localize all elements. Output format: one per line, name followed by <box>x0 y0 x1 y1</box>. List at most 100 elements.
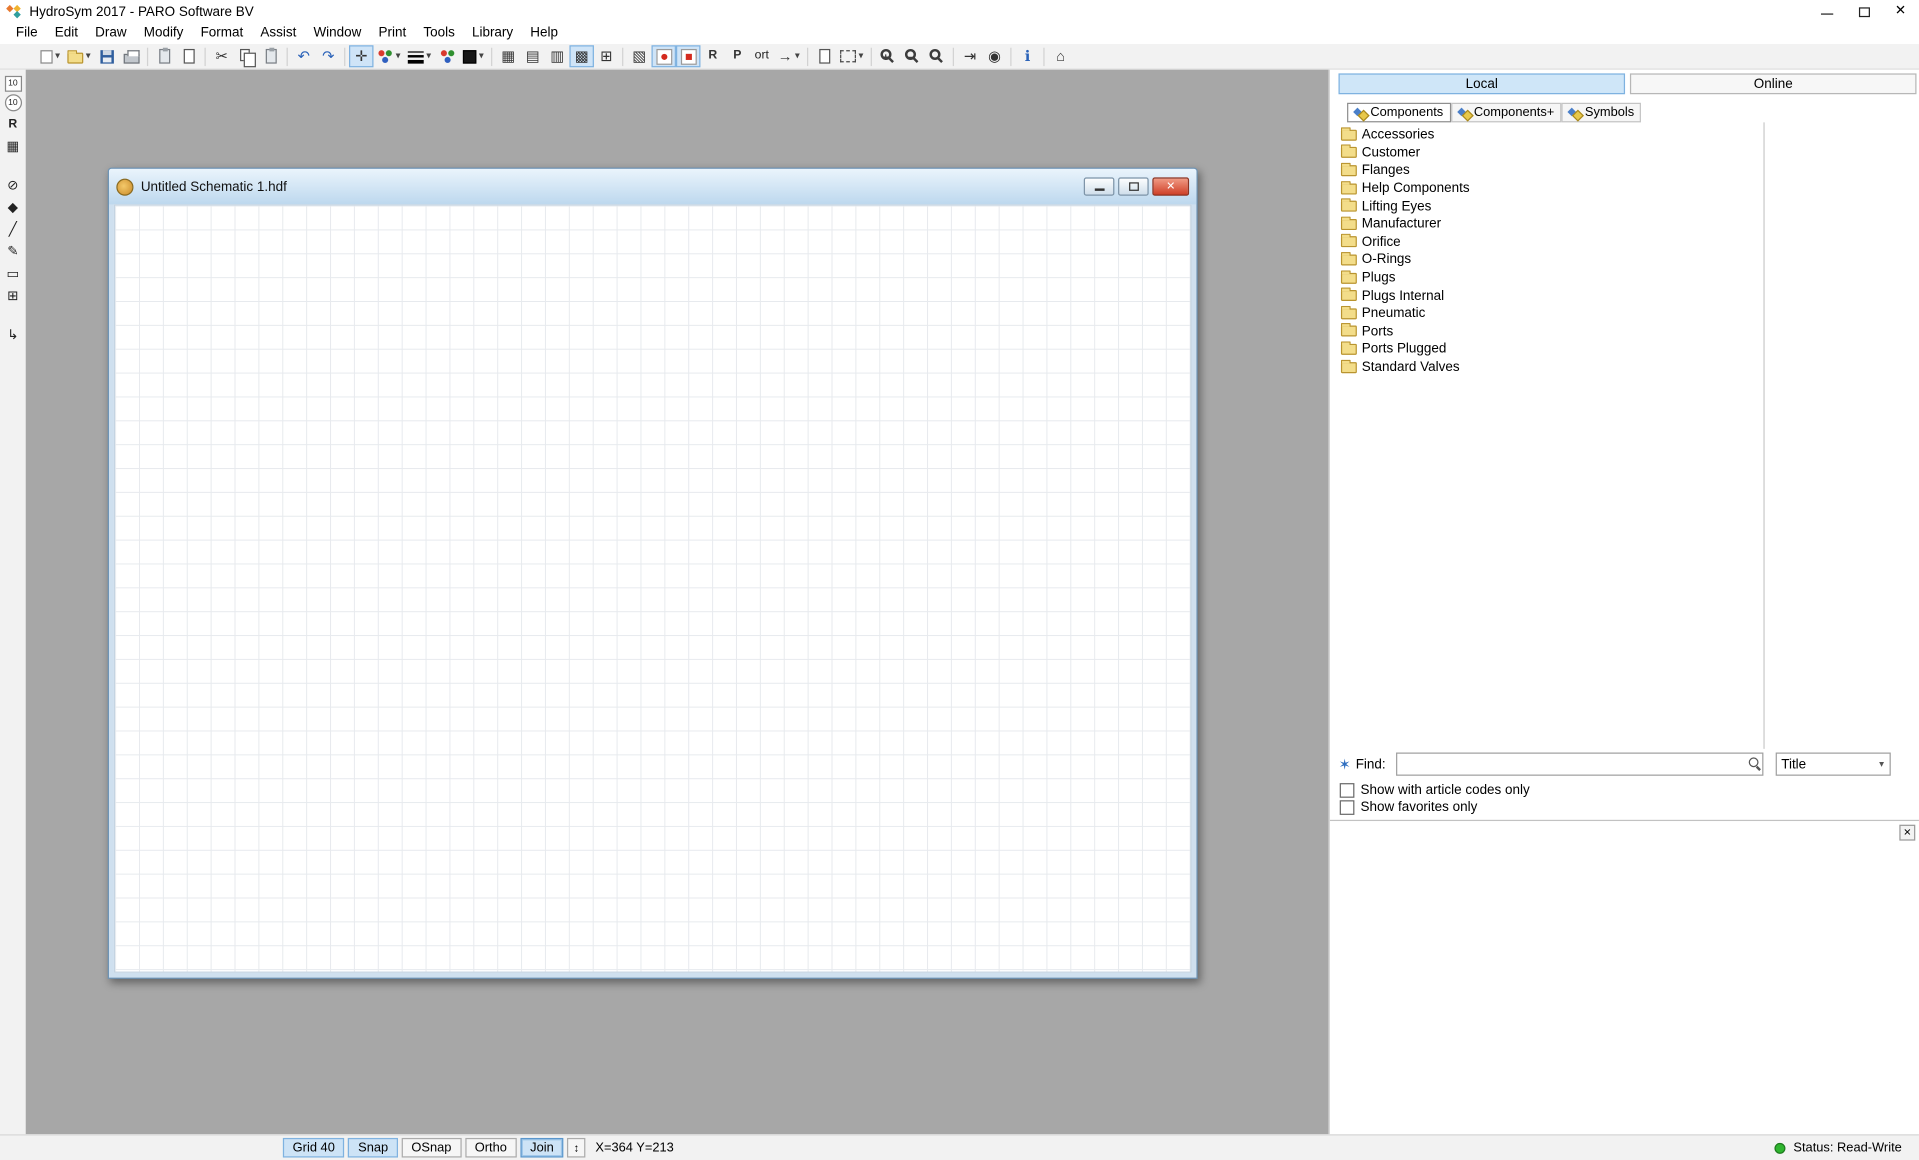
grid-small-button[interactable]: ▥ <box>545 45 569 67</box>
grid-medium-button[interactable]: ▤ <box>521 45 545 67</box>
detail-pane-close-button[interactable]: ✕ <box>1899 824 1916 841</box>
annotation-square-button[interactable] <box>676 45 701 68</box>
undo-button[interactable]: ↶ <box>291 45 315 67</box>
visibility-toggle-button[interactable]: ◉ <box>982 45 1006 67</box>
schematic-close-button[interactable]: ✕ <box>1152 177 1190 196</box>
schematic-window[interactable]: Untitled Schematic 1.hdf ✕ <box>107 167 1198 979</box>
open-file-dropdown[interactable]: ▾ <box>64 45 95 67</box>
folder-item-accessories[interactable]: Accessories <box>1330 126 1764 144</box>
schematic-maximize-button[interactable] <box>1118 177 1149 196</box>
pipe-route-button[interactable]: ↳ <box>2 324 23 344</box>
grid-off-button[interactable]: ⊞ <box>594 45 618 67</box>
tab-local[interactable]: Local <box>1338 73 1626 95</box>
maximize-icon <box>1858 6 1870 17</box>
menu-edit[interactable]: Edit <box>46 23 86 44</box>
tab-components[interactable]: Components <box>1347 102 1451 123</box>
save-button[interactable] <box>94 45 118 67</box>
folder-item-manufacturer[interactable]: Manufacturer <box>1330 215 1764 233</box>
menu-modify[interactable]: Modify <box>135 23 192 44</box>
schematic-titlebar[interactable]: Untitled Schematic 1.hdf ✕ <box>108 168 1197 205</box>
reference-button[interactable]: R <box>2 114 23 134</box>
grid-list-button[interactable]: ▦ <box>2 136 23 156</box>
measure-tool-button[interactable]: ╱ <box>2 219 23 239</box>
minimize-button[interactable] <box>1809 0 1846 23</box>
folder-item-plugs-internal[interactable]: Plugs Internal <box>1330 287 1764 305</box>
search-icon[interactable] <box>1748 757 1758 768</box>
folder-item-lifting-eyes[interactable]: Lifting Eyes <box>1330 197 1764 215</box>
port-button[interactable]: P <box>725 45 749 67</box>
export-document-button[interactable] <box>176 45 200 67</box>
folder-item-standard-valves[interactable]: Standard Valves <box>1330 358 1764 376</box>
node-tool-button[interactable]: ◆ <box>2 197 23 217</box>
cut-button[interactable]: ✂ <box>209 45 233 67</box>
print-button[interactable] <box>119 45 143 67</box>
library-manager-button[interactable]: ⌂ <box>1048 45 1072 67</box>
schematic-minimize-button[interactable] <box>1083 177 1115 196</box>
selection-rect-dropdown[interactable]: ▾ <box>837 45 868 67</box>
find-filter-select[interactable]: Title ▾ <box>1775 752 1891 776</box>
draw-tool-button[interactable]: ✎ <box>2 241 23 261</box>
fill-color-button[interactable] <box>435 45 459 67</box>
paste-special-button[interactable] <box>152 45 176 67</box>
folder-item-help-components[interactable]: Help Components <box>1330 180 1764 198</box>
favorites-checkbox[interactable] <box>1339 800 1355 815</box>
menu-file[interactable]: File <box>7 23 46 44</box>
folder-item-pneumatic[interactable]: Pneumatic <box>1330 305 1764 323</box>
paste-button[interactable] <box>258 45 282 67</box>
selection-rect-icon <box>840 50 857 63</box>
line-style-dropdown[interactable]: ▾ <box>404 45 435 67</box>
move-tool-button[interactable]: ✛ <box>349 45 374 68</box>
color-picker-dropdown[interactable]: ▾ <box>459 45 487 67</box>
grid-toggle-button[interactable]: Grid 40 <box>282 1137 345 1158</box>
balloon-note-button[interactable]: 10 <box>4 75 22 92</box>
table-tool-button[interactable]: ⊞ <box>2 285 23 305</box>
export-run-button[interactable]: ⇥ <box>958 45 982 67</box>
new-document-dropdown[interactable]: ▾ <box>37 45 64 67</box>
folder-item-flanges[interactable]: Flanges <box>1330 162 1764 180</box>
redo-button[interactable]: ↷ <box>316 45 340 67</box>
menu-draw[interactable]: Draw <box>87 23 136 44</box>
copy-button[interactable] <box>234 45 258 67</box>
menu-window[interactable]: Window <box>305 23 370 44</box>
folder-item-ports[interactable]: Ports <box>1330 322 1764 340</box>
article-codes-checkbox[interactable] <box>1339 783 1355 798</box>
menu-help[interactable]: Help <box>522 23 567 44</box>
menu-print[interactable]: Print <box>370 23 415 44</box>
folder-item-orifice[interactable]: Orifice <box>1330 233 1764 251</box>
maximize-button[interactable] <box>1845 0 1882 23</box>
schematic-canvas[interactable] <box>113 204 1192 973</box>
menu-assist[interactable]: Assist <box>252 23 305 44</box>
info-button[interactable]: ℹ <box>1015 45 1039 67</box>
pointer-mode-button[interactable]: ↕ <box>567 1137 586 1158</box>
sheet-button[interactable] <box>812 45 836 67</box>
tab-components-plus[interactable]: Components+ <box>1450 102 1562 123</box>
osnap-toggle-button[interactable]: OSnap <box>401 1137 462 1158</box>
frame-tool-button[interactable]: ▭ <box>2 263 23 283</box>
arrow-tool-dropdown[interactable]: → ▾ <box>774 45 803 67</box>
zoom-out-button[interactable]: − <box>900 45 924 67</box>
pen-color-dropdown[interactable]: ▾ <box>374 45 405 67</box>
grid-dense-button[interactable]: ▩ <box>569 45 595 68</box>
component-tool-button[interactable]: ⊘ <box>2 175 23 195</box>
snap-toggle-button[interactable]: Snap <box>348 1137 398 1158</box>
ortho-toggle-button[interactable]: Ortho <box>464 1137 517 1158</box>
balloon-circle-button[interactable]: 10 <box>4 94 22 112</box>
close-button[interactable]: ✕ <box>1882 0 1919 23</box>
zoom-extents-button[interactable] <box>925 45 949 67</box>
find-input[interactable] <box>1395 752 1763 776</box>
tab-online[interactable]: Online <box>1629 73 1917 95</box>
menu-library[interactable]: Library <box>463 23 521 44</box>
folder-item-customer[interactable]: Customer <box>1330 144 1764 162</box>
annotation-dot-button[interactable] <box>651 45 677 68</box>
folder-item-ports-plugged[interactable]: Ports Plugged <box>1330 340 1764 358</box>
folder-item-plugs[interactable]: Plugs <box>1330 269 1764 287</box>
menu-format[interactable]: Format <box>192 23 252 44</box>
folder-item-o-rings[interactable]: O-Rings <box>1330 251 1764 269</box>
menu-tools[interactable]: Tools <box>415 23 464 44</box>
zoom-in-button[interactable]: + <box>876 45 900 67</box>
join-toggle-button[interactable]: Join <box>520 1137 564 1158</box>
hatch-tool-button[interactable]: ▧ <box>627 45 651 67</box>
tab-symbols[interactable]: Symbols <box>1561 102 1642 123</box>
grid-large-button[interactable]: ▦ <box>496 45 520 67</box>
rotate-button[interactable]: R <box>701 45 725 67</box>
